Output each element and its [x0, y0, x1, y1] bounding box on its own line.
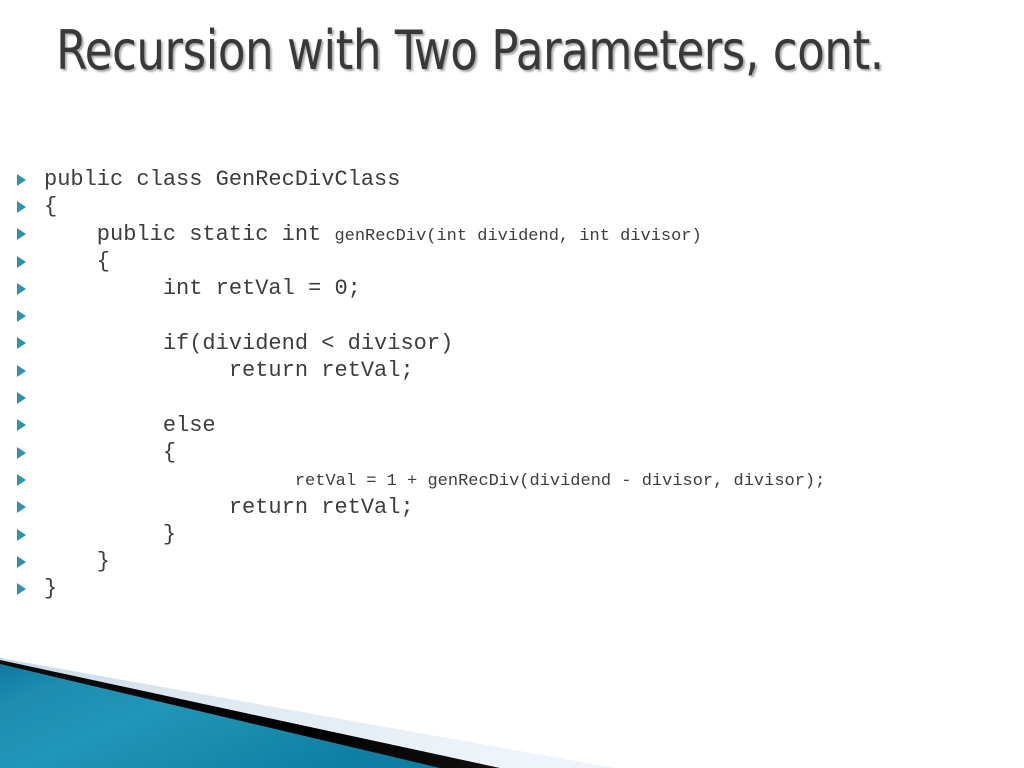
bullet-triangle-icon	[17, 255, 26, 268]
code-segment-secondary: retVal = 1 + genRecDiv(dividend - diviso…	[294, 472, 826, 492]
bullet-triangle-icon	[17, 528, 26, 541]
code-line-text: public static int genRecDiv(int dividend…	[44, 221, 702, 248]
code-line: public class GenRecDivClass	[0, 166, 1010, 193]
code-line-text: retVal = 1 + genRecDiv(dividend - diviso…	[44, 466, 826, 493]
code-line-text: return retVal;	[44, 358, 414, 384]
bullet-triangle-icon	[17, 364, 26, 377]
title-block: Recursion with Two Parameters, cont.	[56, 18, 956, 84]
bullet-triangle-icon	[17, 337, 26, 350]
bullet-triangle-icon	[17, 555, 26, 568]
code-segment-secondary: genRecDiv(int dividend, int divisor)	[334, 226, 702, 246]
code-line: }	[0, 575, 1010, 602]
code-line: else	[0, 412, 1010, 439]
code-line-text: {	[44, 194, 58, 220]
code-line-text: }	[44, 521, 177, 547]
bullet-triangle-icon	[17, 310, 26, 323]
slide-canvas: Recursion with Two Parameters, cont. pub…	[0, 0, 1024, 768]
bullet-triangle-icon	[17, 228, 26, 241]
code-line-text: if(dividend < divisor)	[44, 330, 454, 356]
code-line: public static int genRecDiv(int dividend…	[0, 221, 1010, 248]
code-line: return retVal;	[0, 494, 1010, 521]
code-line-text: {	[44, 248, 111, 274]
bullet-triangle-icon	[17, 173, 26, 186]
code-line: return retVal;	[0, 357, 1010, 384]
code-line-text: else	[44, 412, 216, 438]
code-line: int retVal = 0;	[0, 275, 1010, 302]
bullet-triangle-icon	[17, 473, 26, 486]
code-line: {	[0, 248, 1010, 275]
code-line-text: int retVal = 0;	[44, 276, 361, 302]
bullet-triangle-icon	[17, 583, 26, 596]
code-line-text: return retVal;	[44, 494, 414, 520]
code-line: }	[0, 521, 1010, 548]
code-block: public class GenRecDivClass{ public stat…	[0, 166, 1010, 603]
decorative-ribbon	[0, 630, 1024, 768]
code-line-text: }	[44, 549, 111, 575]
code-segment-main	[44, 467, 295, 492]
code-line	[0, 384, 1010, 411]
bullet-triangle-icon	[17, 501, 26, 514]
code-line: {	[0, 439, 1010, 466]
bullet-triangle-icon	[17, 200, 26, 213]
code-line: if(dividend < divisor)	[0, 330, 1010, 357]
code-line-text: }	[44, 576, 58, 602]
page-title: Recursion with Two Parameters, cont.	[56, 19, 884, 82]
code-line: retVal = 1 + genRecDiv(dividend - diviso…	[0, 466, 1010, 493]
code-line-text: public class GenRecDivClass	[44, 167, 401, 192]
bullet-triangle-icon	[17, 282, 26, 295]
code-line: }	[0, 548, 1010, 575]
code-segment-main: public static int	[44, 221, 335, 247]
bullet-triangle-icon	[17, 419, 26, 432]
code-line-text: {	[44, 439, 177, 465]
code-line: {	[0, 193, 1010, 220]
bullet-triangle-icon	[17, 392, 26, 405]
code-line	[0, 302, 1010, 329]
bullet-triangle-icon	[17, 446, 26, 459]
